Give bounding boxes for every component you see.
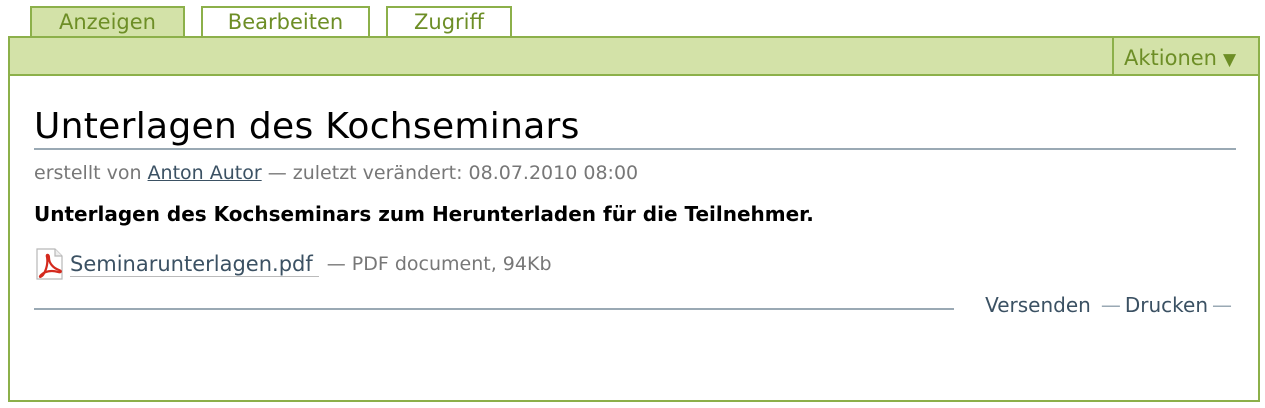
triangle-down-icon: ▼ xyxy=(1222,50,1237,70)
separator: — xyxy=(1100,293,1121,317)
modified-date: — zuletzt verändert: 08.07.2010 08:00 xyxy=(267,162,639,184)
document-byline: erstellt von Anton Autor — zuletzt verän… xyxy=(34,162,638,184)
content-panel: Aktionen ▼ Unterlagen des Kochseminars er… xyxy=(8,36,1260,402)
tab-bearbeiten[interactable]: Bearbeiten xyxy=(201,6,370,37)
file-link[interactable]: Seminarunterlagen.pdf xyxy=(70,252,319,277)
author-link[interactable]: Anton Autor xyxy=(148,162,262,184)
byline-prefix: erstellt von xyxy=(34,162,142,184)
document-description: Unterlagen des Kochseminars zum Herunter… xyxy=(34,202,814,226)
view-tabs: Anzeigen Bearbeiten Zugriff xyxy=(30,6,528,39)
divider xyxy=(34,308,954,310)
document-actions-links: Versenden — Drucken — xyxy=(985,293,1236,317)
file-meta: — PDF document, 94Kb xyxy=(326,253,552,275)
tab-zugriff[interactable]: Zugriff xyxy=(386,6,512,37)
separator: — xyxy=(1212,293,1232,317)
send-link[interactable]: Versenden xyxy=(985,293,1091,317)
file-download: Seminarunterlagen.pdf — PDF document, 94… xyxy=(34,248,552,280)
tab-anzeigen[interactable]: Anzeigen xyxy=(30,6,185,39)
print-link[interactable]: Drucken xyxy=(1125,293,1208,317)
actions-menu-label: Aktionen xyxy=(1124,46,1217,70)
document-actions: Versenden — Drucken — xyxy=(34,293,1236,321)
pdf-icon[interactable] xyxy=(34,248,64,280)
page-title: Unterlagen des Kochseminars xyxy=(34,106,1236,150)
actions-menu-button[interactable]: Aktionen ▼ xyxy=(1112,38,1258,74)
action-bar: Aktionen ▼ xyxy=(10,38,1258,76)
